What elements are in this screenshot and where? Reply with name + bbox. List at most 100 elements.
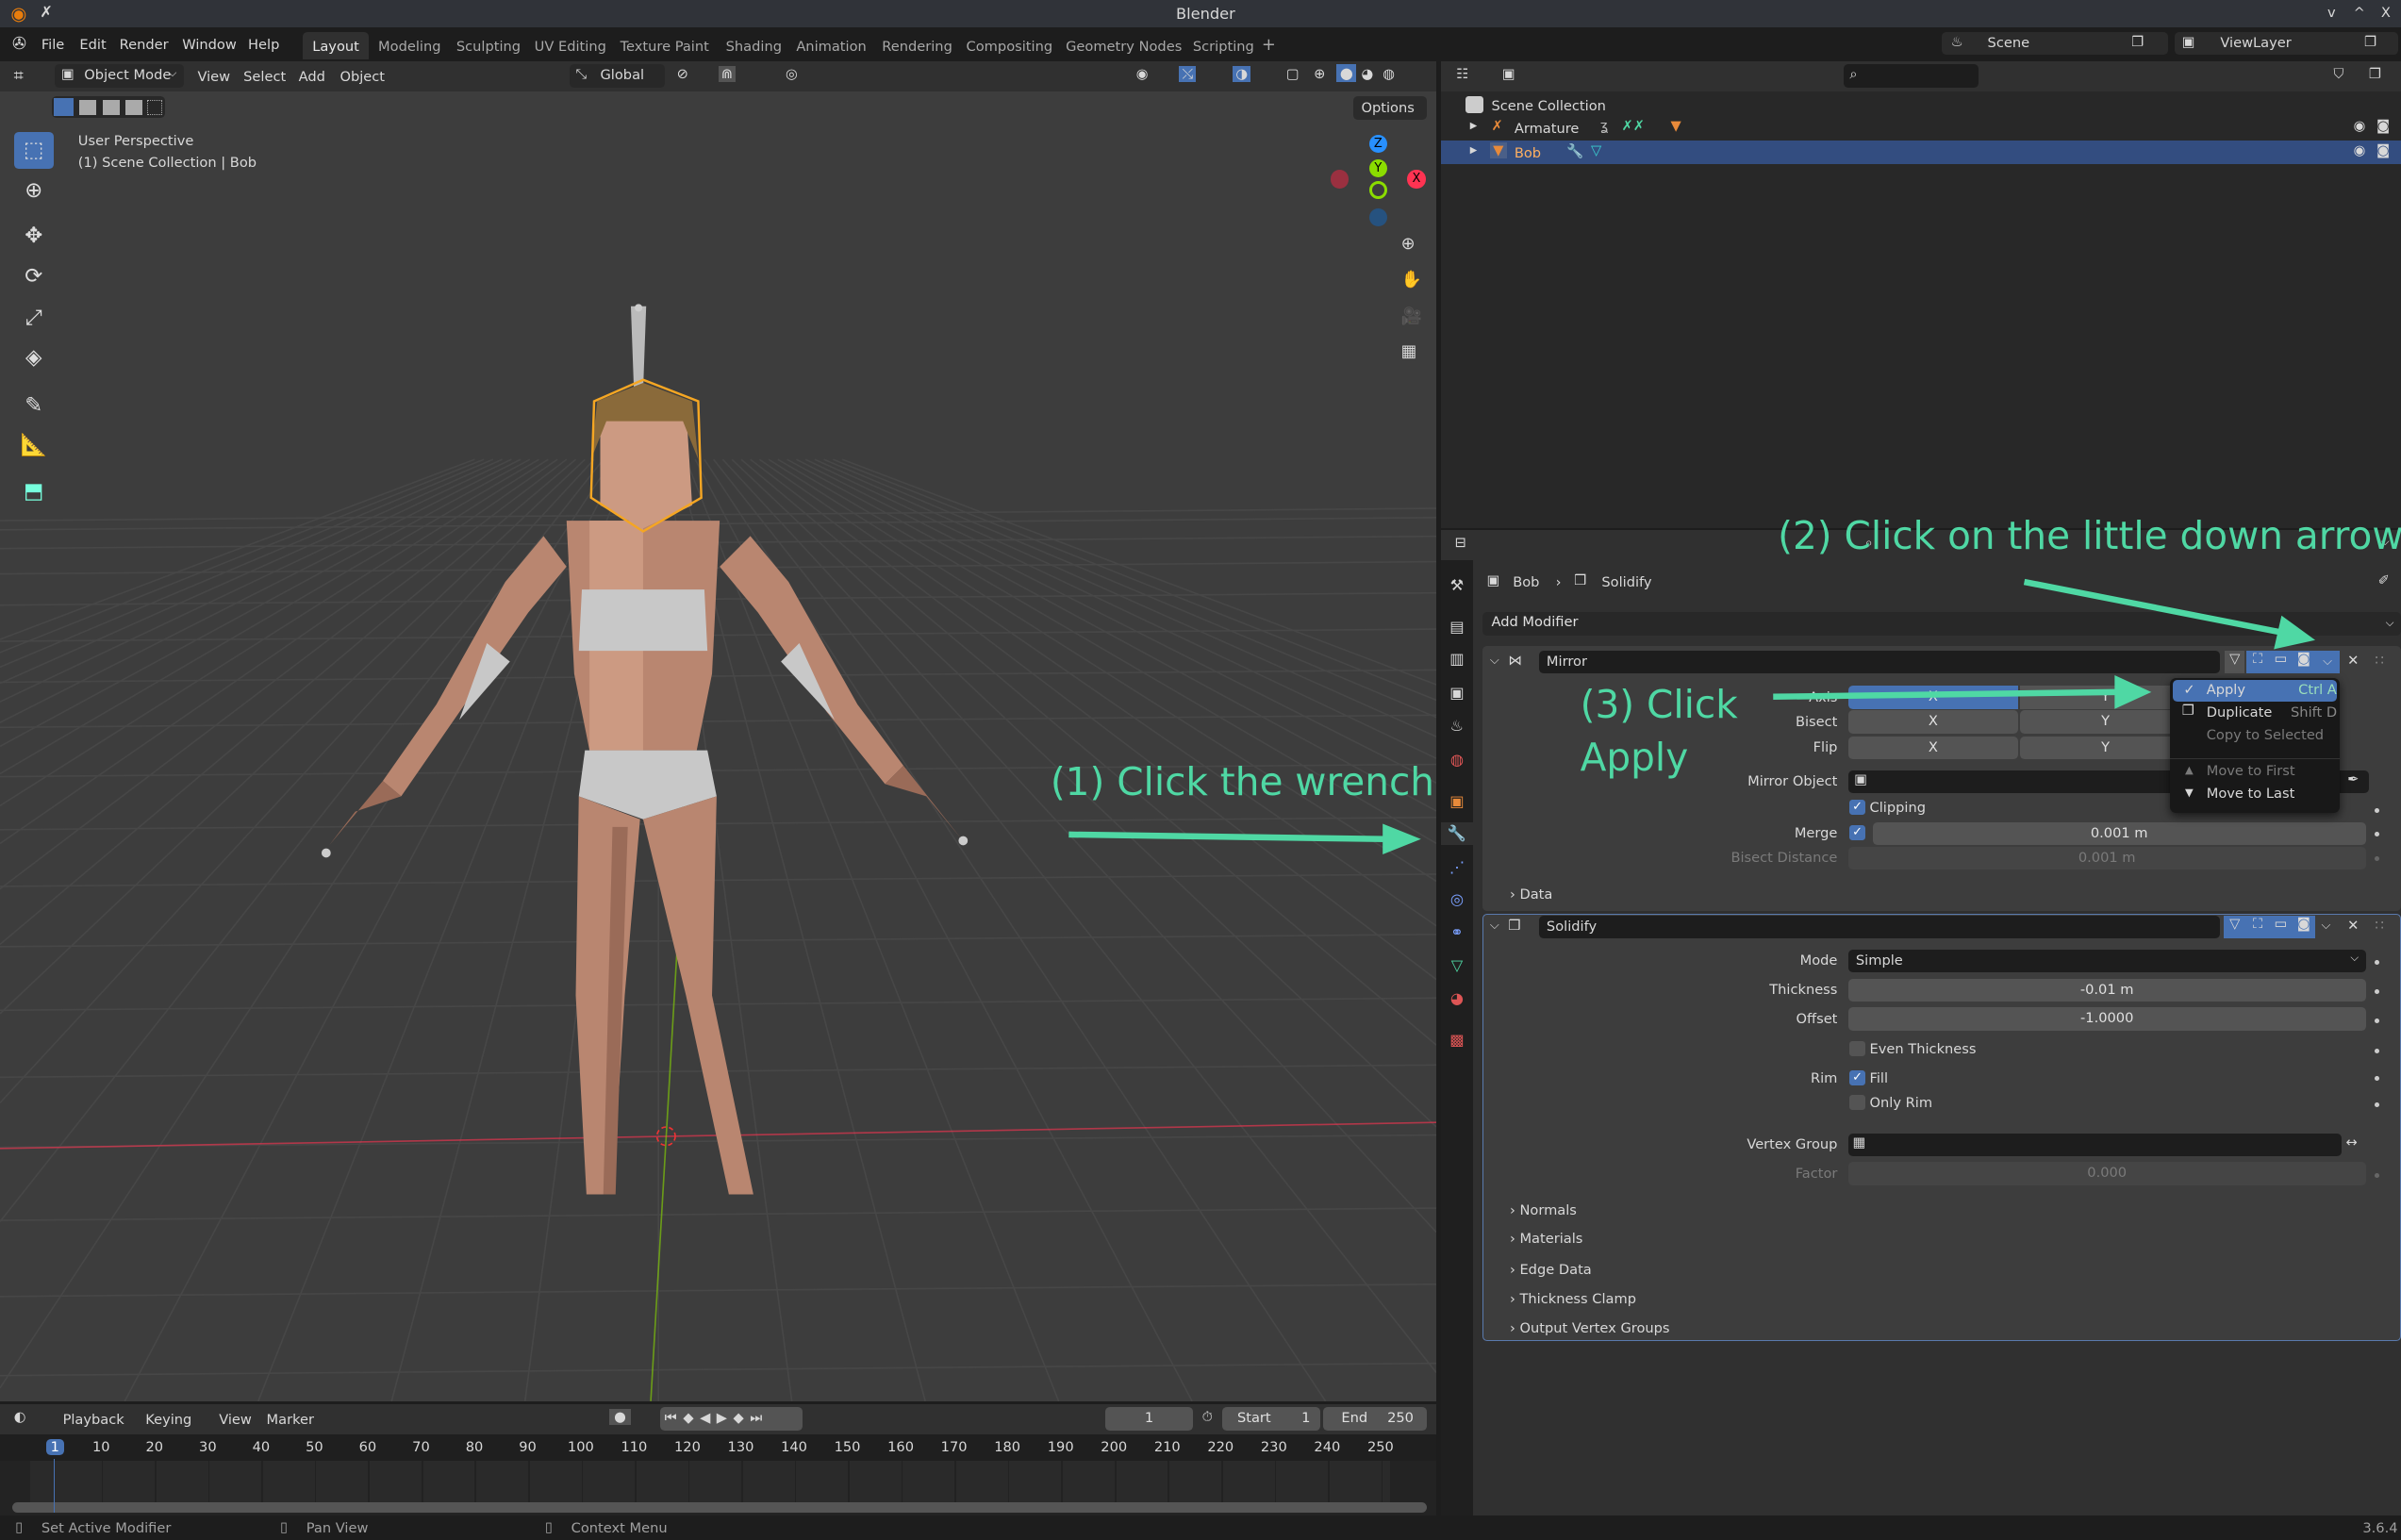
tab-modeling[interactable]: Modeling (369, 32, 450, 59)
material-shading-icon[interactable]: ◕ (1361, 66, 1373, 82)
collapse-chevron-icon[interactable]: ⌵ (1490, 919, 1499, 933)
view-layer-tab-icon[interactable]: ▣ (1446, 682, 1468, 704)
menu-keying[interactable]: Keying (145, 1412, 191, 1428)
gizmo-neg-z-axis[interactable] (1368, 207, 1388, 227)
new-scene-icon[interactable]: ❐ (2131, 34, 2144, 50)
proportional-edit-icon[interactable]: ◎ (786, 66, 798, 82)
flip-x-toggle[interactable]: X (1847, 736, 2019, 760)
record-keyframe-button[interactable]: ● (609, 1408, 631, 1425)
eyedropper-icon[interactable]: ✒ (2347, 771, 2359, 787)
subpanel-materials[interactable]: › Materials (1510, 1231, 1582, 1247)
play-reverse-icon[interactable]: ◀ (700, 1410, 717, 1426)
tab-geometry-nodes[interactable]: Geometry Nodes (1056, 32, 1191, 59)
zoom-icon[interactable]: ⊕ (1401, 234, 1416, 254)
tab-layout[interactable]: Layout (303, 32, 369, 60)
output-tab-icon[interactable]: ▥ (1446, 648, 1468, 671)
object-tab-icon[interactable]: ▣ (1446, 790, 1468, 813)
render-icon[interactable]: ◙ (2292, 651, 2316, 674)
modifier-menu-down-arrow[interactable]: ⌵ (2315, 651, 2340, 674)
hide-viewport-icon[interactable]: ◉ (2354, 118, 2366, 134)
tab-rendering[interactable]: Rendering (873, 32, 962, 59)
render-camera-icon[interactable]: ◙ (2376, 142, 2390, 158)
jump-start-icon[interactable]: ⏮ (665, 1410, 684, 1426)
tool-tab-icon[interactable]: ⚒ (1446, 574, 1468, 597)
close-button[interactable]: X (2381, 5, 2391, 21)
subpanel-output-vertex-groups[interactable]: › Output Vertex Groups (1510, 1320, 1670, 1336)
axis-y-toggle[interactable]: Y (2019, 686, 2192, 709)
remove-modifier-icon[interactable]: ✕ (2347, 653, 2359, 669)
mode-dropdown[interactable]: Simple ⌵ (1847, 949, 2366, 973)
cursor-tool-icon[interactable]: ⊕ (14, 173, 54, 209)
texture-tab-icon[interactable]: ▩ (1446, 1029, 1468, 1052)
scale-tool-icon[interactable]: ⤢ (14, 300, 54, 337)
frame-ruler[interactable]: 1 10 20 30 40 50 60 70 80 90 100 110 120 130 140 150 160… (0, 1434, 1437, 1461)
edit-mode-icon[interactable]: ⛶ (2245, 651, 2270, 674)
menu-view[interactable]: View (197, 69, 230, 85)
pivot-icon[interactable]: ⊘ (677, 66, 688, 82)
scene-collection-label[interactable]: Scene Collection (1491, 98, 1605, 114)
view-layer-selector[interactable]: ▣ ViewLayer ❐ (2174, 32, 2398, 56)
playback-controls[interactable]: ⏮◆◀▶◆⏭ (659, 1407, 803, 1431)
breadcrumb-object[interactable]: Bob (1513, 574, 1539, 590)
constraints-tab-icon[interactable]: ⚭ (1446, 921, 1468, 944)
rotate-tool-icon[interactable]: ⟳ (14, 258, 54, 295)
tab-animation[interactable]: Animation (787, 32, 876, 59)
rendered-shading-icon[interactable]: ◍ (1383, 66, 1395, 82)
play-icon[interactable]: ▶ (717, 1410, 734, 1426)
breadcrumb-modifier[interactable]: Solidify (1601, 574, 1651, 590)
current-frame-field[interactable]: 1 (1105, 1407, 1193, 1431)
data-tab-icon[interactable]: ▽ (1446, 954, 1468, 977)
measure-tool-icon[interactable]: 📐 (14, 427, 54, 464)
world-tab-icon[interactable]: ◍ (1446, 749, 1468, 771)
subpanel-thickness-clamp[interactable]: › Thickness Clamp (1510, 1291, 1636, 1307)
tab-compositing[interactable]: Compositing (957, 32, 1062, 59)
gizmo-neg-y-axis[interactable] (1368, 180, 1388, 200)
xray-icon[interactable]: ▢ (1286, 66, 1300, 82)
bisect-y-toggle[interactable]: Y (2019, 710, 2192, 734)
subpanel-edge-data[interactable]: › Edge Data (1510, 1262, 1592, 1278)
drag-handle-icon[interactable]: ∷ (2375, 918, 2383, 934)
render-tab-icon[interactable]: ▤ (1446, 616, 1468, 638)
realtime-display-icon[interactable]: ▭ (2269, 915, 2293, 939)
timeline-scrollbar[interactable] (11, 1501, 1428, 1514)
start-frame-field[interactable]: Start 1 (1221, 1407, 1320, 1431)
menu-edit[interactable]: Edit (79, 37, 106, 53)
new-view-layer-icon[interactable]: ❐ (2364, 34, 2376, 50)
subpanel-data[interactable]: › Data (1510, 886, 1552, 902)
tab-shading[interactable]: Shading (717, 32, 791, 59)
menu-item-move-to-last[interactable]: ▼ Move to Last (2173, 784, 2337, 805)
edit-cage-icon[interactable]: ▽ (2223, 915, 2246, 939)
even-thickness-checkbox[interactable] (1849, 1041, 1865, 1057)
visibility-icon[interactable]: ◉ (1136, 66, 1149, 82)
tab-uv-editing[interactable]: UV Editing (525, 32, 616, 59)
merge-distance-field[interactable]: 0.001 m (1872, 821, 2366, 846)
menu-item-apply[interactable]: ✓ Apply Ctrl A (2173, 679, 2337, 702)
drag-handle-icon[interactable]: ∷ (2375, 653, 2383, 669)
keyframe-dot[interactable] (2375, 988, 2380, 994)
subpanel-normals[interactable]: › Normals (1510, 1202, 1577, 1218)
tab-sculpting[interactable]: Sculpting (447, 32, 530, 59)
snap-icon[interactable]: ⋒ (718, 65, 737, 82)
stopwatch-icon[interactable]: ⏱ (1202, 1409, 1213, 1425)
menu-playback[interactable]: Playback (63, 1412, 124, 1428)
next-keyframe-icon[interactable]: ◆ (734, 1410, 751, 1426)
editor-type-icon[interactable]: ⌗ (14, 66, 24, 86)
axis-x-toggle[interactable]: X (1847, 686, 2019, 709)
outliner-item-bob[interactable]: ▶ ▼ Bob 🔧 ▽ ◉ ◙ (1440, 141, 2401, 164)
clipping-checkbox[interactable]: ✓ (1849, 799, 1865, 815)
particles-tab-icon[interactable]: ⋰ (1446, 856, 1468, 879)
menu-help[interactable]: Help (248, 37, 279, 53)
overlay-toggle-icon[interactable]: ◑ (1233, 65, 1251, 82)
hide-viewport-icon[interactable]: ◉ (2354, 142, 2366, 158)
filter-icon[interactable]: ⛉ (2334, 66, 2344, 82)
blender-menu-icon[interactable]: ✇ (12, 34, 26, 54)
mode-dropdown[interactable]: ▣ Object Mode ⌵ (55, 64, 184, 88)
prev-keyframe-icon[interactable]: ◆ (683, 1410, 700, 1426)
menu-add[interactable]: Add (299, 69, 325, 85)
solidify-name-input[interactable]: Solidify (1538, 915, 2221, 939)
invert-vertex-group-icon[interactable]: ↔ (2346, 1134, 2358, 1151)
offset-field[interactable]: -1.0000 (1847, 1007, 2366, 1031)
outliner-item-armature[interactable]: ▶ ✗ Armature ʓ ✗✗ ▼ ◉ ◙ (1441, 118, 2401, 141)
minimize-button[interactable]: v (2327, 5, 2336, 21)
expand-arrow-icon[interactable]: ▶ (1470, 121, 1478, 131)
